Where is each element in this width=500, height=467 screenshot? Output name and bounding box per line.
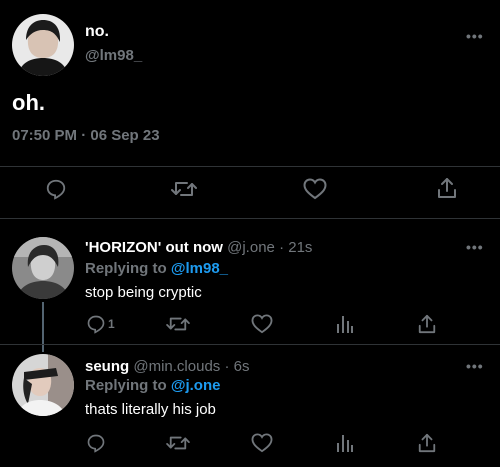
share-button[interactable] — [436, 177, 458, 199]
share-icon — [438, 178, 456, 198]
reply-icon — [46, 179, 66, 200]
reply-header: seung @min.clouds · 6s — [85, 358, 249, 375]
like-icon — [303, 178, 327, 200]
reply-icon — [87, 315, 105, 334]
handle[interactable]: @lm98_ — [85, 47, 142, 64]
reply-count: 1 — [108, 317, 115, 331]
like-icon — [251, 433, 273, 453]
like-button[interactable] — [251, 433, 273, 453]
reply-text: stop being cryptic — [85, 284, 202, 301]
retweet-button[interactable] — [166, 314, 190, 334]
retweet-button[interactable] — [166, 433, 190, 453]
share-icon — [418, 314, 436, 334]
like-icon — [251, 314, 273, 334]
divider — [0, 218, 500, 219]
like-button[interactable] — [251, 314, 273, 334]
analytics-icon — [337, 435, 353, 452]
retweet-icon — [171, 182, 197, 196]
tweet-timestamp[interactable]: 07:50 PM · 06 Sep 23 — [12, 127, 160, 144]
analytics-icon — [337, 316, 353, 333]
share-button[interactable] — [417, 433, 437, 453]
display-name[interactable]: no. — [85, 23, 109, 41]
retweet-icon — [166, 317, 190, 331]
analytics-button[interactable] — [336, 314, 354, 334]
replying-label: Replying to — [85, 260, 167, 277]
reply-button[interactable] — [45, 178, 67, 200]
reply-text: thats literally his job — [85, 401, 216, 418]
post-time[interactable]: · 21s — [279, 239, 312, 256]
avatar[interactable] — [12, 14, 74, 76]
display-name[interactable]: seung — [85, 358, 129, 375]
handle[interactable]: @min.clouds — [133, 358, 220, 375]
replying-to: Replying to @j.one — [85, 377, 220, 394]
replying-to: Replying to @lm98_ — [85, 260, 228, 277]
retweet-icon — [166, 436, 190, 450]
reply-button[interactable] — [86, 433, 108, 453]
replying-to-handle[interactable]: @lm98_ — [171, 260, 228, 277]
avatar[interactable] — [12, 354, 74, 416]
reply-icon — [87, 434, 105, 453]
more-options-button[interactable]: ••• — [466, 239, 484, 255]
more-options-button[interactable]: ••• — [466, 28, 484, 44]
avatar[interactable] — [12, 237, 74, 299]
replying-to-handle[interactable]: @j.one — [171, 377, 221, 394]
reply-header: 'HORIZON' out now @j.one · 21s — [85, 239, 312, 256]
divider — [0, 344, 500, 345]
display-name[interactable]: 'HORIZON' out now — [85, 239, 223, 256]
replying-label: Replying to — [85, 377, 167, 394]
handle[interactable]: @j.one — [227, 239, 275, 256]
post-time[interactable]: · 6s — [224, 358, 249, 375]
share-button[interactable] — [417, 314, 437, 334]
tweet-text: oh. — [12, 90, 45, 115]
divider — [0, 166, 500, 167]
share-icon — [418, 433, 436, 453]
reply-button[interactable]: 1 — [86, 314, 115, 334]
more-options-button[interactable]: ••• — [466, 358, 484, 374]
retweet-button[interactable] — [171, 178, 197, 200]
analytics-button[interactable] — [336, 433, 354, 453]
like-button[interactable] — [303, 178, 327, 200]
